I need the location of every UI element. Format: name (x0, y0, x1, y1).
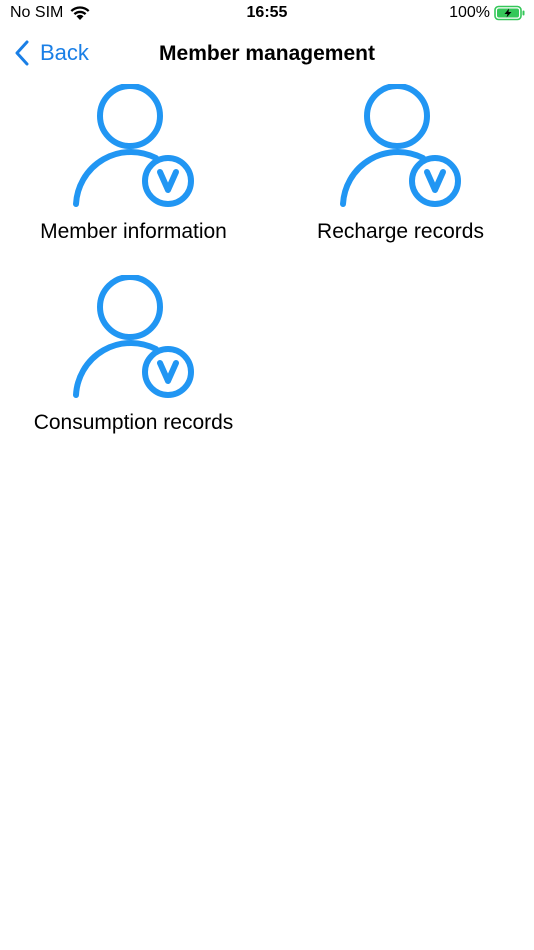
battery-percent: 100% (449, 4, 490, 21)
battery-charging-icon (494, 5, 525, 21)
tile-label: Recharge records (317, 220, 484, 243)
member-icon (73, 84, 194, 207)
navigation-bar: Back Member management (0, 36, 534, 76)
tile-label: Member information (40, 220, 227, 243)
tile-label: Consumption records (33, 411, 234, 434)
tile-consumption-records[interactable]: Consumption records (0, 275, 267, 455)
status-right: 100% (449, 4, 526, 22)
member-icon (340, 84, 461, 207)
tile-recharge-records[interactable]: Recharge records (267, 84, 534, 264)
tile-member-information[interactable]: Member information (0, 84, 267, 264)
page-title: Member management (159, 42, 375, 65)
member-icon (73, 275, 194, 398)
status-bar: No SIM 16:55 100% (0, 0, 534, 28)
